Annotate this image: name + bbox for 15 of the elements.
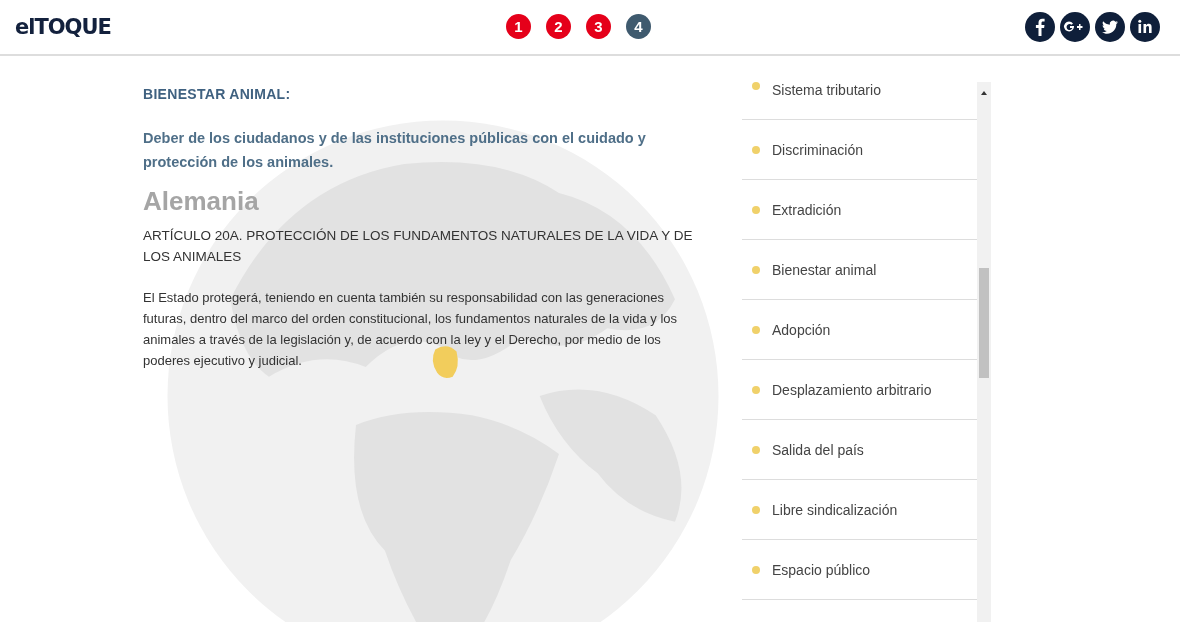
logo[interactable]: elTOQUE [15, 15, 111, 39]
step-indicator[interactable]: 3 [586, 14, 611, 39]
linkedin-icon[interactable] [1130, 12, 1160, 42]
step-indicator[interactable]: 4 [626, 14, 651, 39]
google-plus-icon[interactable] [1060, 12, 1090, 42]
article-body: El Estado protegerá, teniendo en cuenta también su responsabilidad con las generaciones futuras, dentro del marco del orden constitucional, los fundamentos naturales de la vida y los animales a través de la legislación y, de acuerdo con la ley y el Derecho, por medio de los poderes ejecutivo y judicial. [143, 289, 679, 370]
article-title: ARTÍCULO 20A. PROTECCIÓN DE LOS FUNDAMENTOS NATURALES DE LA VIDA Y DE LOS ANIMALES [143, 227, 694, 266]
scrollbar[interactable] [977, 82, 991, 622]
bird-icon[interactable] [1095, 12, 1125, 42]
step-indicator[interactable]: 2 [546, 14, 571, 39]
country-heading: Alemania [143, 186, 260, 217]
step-indicator[interactable]: 1 [506, 14, 531, 39]
category-heading: BIENESTAR ANIMAL: [143, 86, 292, 102]
definition-text: Deber de los ciudadanos y de las instituciones públicas con el cuidado y protección de los animales. [143, 129, 647, 172]
facebook-icon[interactable] [1025, 12, 1055, 42]
